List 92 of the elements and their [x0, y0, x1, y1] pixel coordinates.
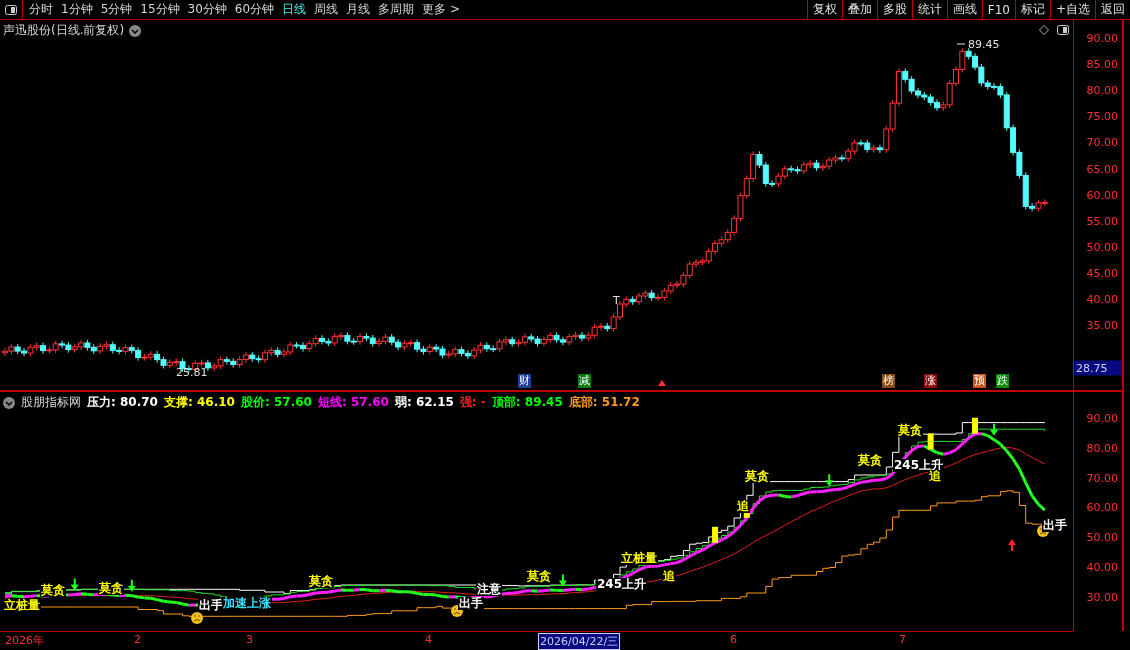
date-label: 6	[729, 633, 738, 646]
legend-item: 短线: 57.60	[317, 394, 389, 411]
signal-label: 出手	[458, 597, 484, 610]
low-price-label: 25.81	[176, 366, 208, 379]
event-badge[interactable]: 财	[518, 374, 531, 388]
t-mark: T	[613, 294, 620, 307]
axis-label: 40.00	[1086, 292, 1118, 306]
signal-bar	[712, 526, 719, 543]
down-arrow-icon	[558, 574, 567, 587]
legend-item: 底部: 51.72	[568, 394, 640, 411]
axis-label: 70.00	[1086, 135, 1118, 149]
axis-label: 55.00	[1086, 214, 1118, 228]
axis-label: 50.00	[1086, 530, 1118, 544]
diamond-icon[interactable]	[1039, 25, 1049, 35]
axis-label: 30.00	[1086, 590, 1118, 604]
down-arrow-icon	[127, 579, 136, 592]
chart-title: 声迅股份(日线.前复权)	[3, 22, 125, 39]
sad-face-icon	[191, 612, 203, 624]
signal-label: 追	[736, 500, 750, 513]
signal-label: 立桩量	[620, 552, 658, 565]
signal-label: 莫贪	[857, 454, 883, 467]
signal-label: 注意	[476, 583, 502, 596]
axis-label: 35.00	[1086, 318, 1118, 332]
date-label: 2	[133, 633, 142, 646]
axis-label: 80.00	[1086, 441, 1118, 455]
signal-label: 出手	[198, 599, 224, 612]
date-label: 7	[898, 633, 907, 646]
signal-label: 莫贪	[40, 584, 66, 597]
axis-label: 90.00	[1086, 31, 1118, 45]
axis-label: 60.00	[1086, 501, 1118, 514]
event-badge[interactable]: 预	[973, 374, 986, 388]
period-tab[interactable]: 30分钟	[187, 1, 227, 18]
axis-label: 50.00	[1086, 240, 1118, 254]
signal-label: 莫贪	[897, 424, 923, 437]
axis-label: 80.00	[1086, 83, 1118, 97]
period-tab[interactable]: 多周期	[378, 1, 415, 18]
period-tab[interactable]: 周线	[314, 1, 339, 18]
signal-label: 245上升	[596, 578, 648, 591]
event-badge[interactable]: 涨	[924, 374, 937, 388]
down-arrow-icon	[70, 578, 79, 591]
period-tab[interactable]: 5分钟	[100, 1, 133, 18]
axis-label: 60.00	[1086, 188, 1118, 202]
legend-item: 强: -	[459, 394, 486, 411]
period-tab[interactable]: 日线	[282, 1, 307, 18]
axis-label: 90.00	[1086, 411, 1118, 425]
signal-label: 莫贪	[744, 470, 770, 483]
signal-bar	[972, 417, 978, 434]
event-badge[interactable]: 跌	[996, 374, 1009, 388]
legend-item: 股价: 57.60	[240, 394, 312, 411]
date-label: 2026年	[4, 633, 45, 648]
axis-label: 40.00	[1086, 560, 1118, 574]
up-arrow-icon	[1008, 539, 1016, 551]
signal-label: 莫贪	[98, 582, 124, 595]
event-badge[interactable]: 减	[578, 374, 591, 388]
indicator-title: 股朋指标网	[21, 394, 81, 411]
legend-item: 顶部: 89.45	[491, 394, 563, 411]
high-price-label: 89.45	[968, 38, 1000, 51]
axis-label: 45.00	[1086, 266, 1118, 280]
period-tab[interactable]: 60分钟	[234, 1, 275, 18]
signal-label: 莫贪	[526, 570, 552, 583]
period-tab[interactable]: 分时	[29, 1, 53, 18]
down-arrow-icon	[990, 423, 999, 436]
signal-label: 加速上涨	[222, 597, 272, 610]
axis-label: 85.00	[1086, 57, 1118, 71]
period-tab[interactable]: 1分钟	[61, 1, 93, 18]
signal-label: 出手	[1042, 519, 1068, 532]
period-tab[interactable]: 更多 >	[422, 1, 460, 18]
current-price-label: 28.75	[1074, 360, 1122, 376]
chevron-down-icon[interactable]	[3, 396, 15, 409]
event-badge[interactable]: 榜	[882, 374, 895, 388]
axis-label: 75.00	[1086, 109, 1118, 123]
axis-label: 70.00	[1086, 471, 1118, 485]
axis-label: 65.00	[1086, 162, 1118, 175]
date-label: 2026/04/22/三	[538, 633, 621, 650]
chevron-down-icon[interactable]	[129, 24, 142, 37]
legend-item: 支撑: 46.10	[163, 394, 235, 411]
panel-toggle-icon[interactable]	[1057, 25, 1069, 35]
legend-item: 压力: 80.70	[87, 394, 158, 411]
high-leader-line	[956, 43, 966, 45]
period-tab[interactable]: 月线	[346, 1, 371, 18]
signal-label: 莫贪	[308, 575, 334, 588]
date-label: 4	[424, 633, 433, 646]
signal-label: 追	[928, 470, 942, 483]
down-arrow-icon	[825, 474, 834, 487]
up-triangle-icon	[658, 380, 666, 386]
signal-bar	[927, 433, 934, 450]
signal-label: 立桩量	[3, 599, 41, 612]
date-label: 3	[245, 633, 254, 646]
panel-toggle-icon[interactable]	[5, 4, 17, 15]
signal-label: 追	[662, 570, 676, 583]
period-tab[interactable]: 15分钟	[140, 1, 180, 18]
legend-item: 弱: 62.15	[394, 394, 454, 411]
